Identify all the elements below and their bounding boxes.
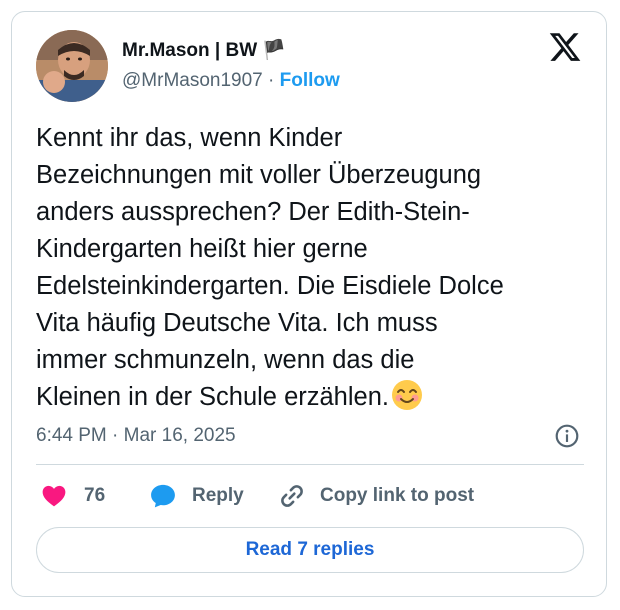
tweet-timestamp[interactable]: 6:44 PM · Mar 16, 2025 <box>36 425 236 447</box>
copy-link-button[interactable]: Copy link to post <box>278 480 474 512</box>
tweet-line: anders aussprechen? Der Edith-Stein- <box>36 198 470 226</box>
x-logo-icon[interactable] <box>548 30 582 64</box>
author-handle-row: @MrMason1907 · Follow <box>122 70 340 92</box>
tweet-actions: 76 Reply Copy link to post <box>36 480 584 512</box>
follow-button[interactable]: Follow <box>280 70 340 91</box>
tweet-line: Bezeichnungen mit voller Überzeugung <box>36 161 482 189</box>
tweet-line: Vita häufig Deutsche Vita. Ich muss <box>36 309 438 337</box>
copy-link-label: Copy link to post <box>320 485 475 506</box>
divider <box>36 464 584 465</box>
info-icon[interactable] <box>554 423 580 449</box>
author-display-name[interactable]: Mr.Mason | BW 🏴 <box>122 38 286 62</box>
reply-bubble-icon <box>151 484 175 508</box>
like-count: 76 <box>84 485 106 506</box>
author-handle[interactable]: @MrMason1907 <box>122 70 263 91</box>
read-replies-button[interactable]: Read 7 replies <box>36 527 584 573</box>
tweet-line: Edelsteinkindergarten. Die Eisdiele Dolc… <box>36 272 504 300</box>
avatar-image <box>36 30 108 102</box>
tweet-line: immer schmunzeln, wenn das die <box>36 346 415 374</box>
heart-icon <box>42 485 66 507</box>
avatar[interactable] <box>36 30 108 102</box>
tweet-line: Kleinen in der Schule erzählen. <box>36 383 389 411</box>
reply-button[interactable]: Reply <box>148 480 244 512</box>
tweet-date: Mar 16, 2025 <box>123 425 236 446</box>
tweet-line: Kindergarten heißt hier gerne <box>36 235 368 263</box>
like-button[interactable]: 76 <box>40 480 105 512</box>
link-icon <box>281 485 303 507</box>
timestamp-separator: · <box>112 425 119 446</box>
tweet-text: Kennt ihr das, wenn Kinder Bezeichnungen… <box>36 120 586 422</box>
tweet-time: 6:44 PM <box>36 425 107 446</box>
smiling-face-emoji-icon <box>391 379 423 422</box>
handle-separator: · <box>268 70 275 91</box>
tweet-line: Kennt ihr das, wenn Kinder <box>36 124 343 152</box>
read-replies-label: Read 7 replies <box>245 539 375 560</box>
tweet-last-line: Kleinen in der Schule erzählen. <box>36 379 586 422</box>
reply-label: Reply <box>192 485 244 506</box>
